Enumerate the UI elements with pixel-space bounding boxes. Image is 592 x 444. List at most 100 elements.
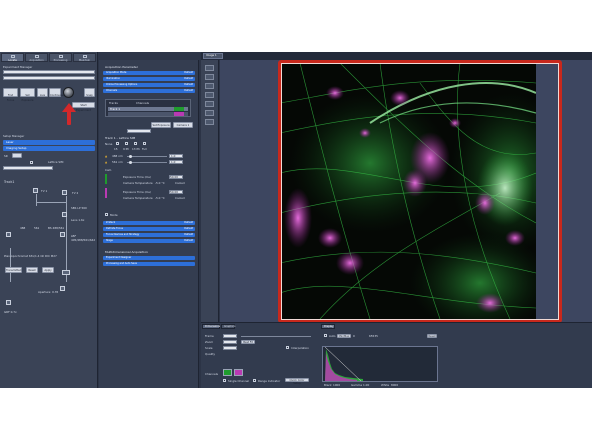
acquisition-parameter-header: Acquisition Parameter (105, 65, 138, 69)
row-channels[interactable]: Channels Default (103, 89, 195, 93)
transmitted-button[interactable]: Transmitted (5, 267, 22, 273)
row-z-stack[interactable]: Z-Stack Default (103, 221, 195, 225)
view-info-icon[interactable] (205, 119, 214, 125)
microscopy-image[interactable] (280, 63, 536, 319)
camera-button[interactable]: Camera 1 (173, 122, 193, 128)
sr-mode-toggle[interactable] (12, 153, 22, 158)
channel-thumb-green[interactable] (223, 369, 232, 376)
tab-graphics[interactable]: Graphics (221, 324, 235, 329)
tab-dimensions[interactable]: Dimensions (202, 324, 220, 329)
tab-acquisition[interactable]: Acquisition (25, 53, 48, 62)
view-gallery-icon[interactable] (205, 92, 214, 98)
lens-label: Lens 1.6x (71, 218, 85, 222)
row-illumination[interactable]: Illumination Default (103, 77, 195, 81)
lens-node[interactable] (62, 212, 67, 217)
row-definite-focus[interactable]: Definite Focus Default (103, 227, 195, 231)
tab-locate[interactable]: Locate (1, 53, 24, 62)
laser-node[interactable] (6, 232, 11, 237)
lattice-checkbox[interactable] (30, 161, 33, 164)
row-stage[interactable]: Stage Default (103, 239, 195, 243)
row-focus-devices[interactable]: Focus Devices and Strategy Default (103, 233, 195, 237)
live-button[interactable]: Live (37, 88, 48, 97)
auto-checkbox[interactable] (324, 334, 327, 337)
snap-knob-control[interactable] (63, 87, 74, 98)
min-max-button[interactable]: Min/Max (337, 334, 351, 338)
tab-processing[interactable]: Processing (49, 53, 72, 62)
frame-field[interactable] (223, 334, 237, 338)
tab-maintain[interactable]: Maintain (73, 53, 96, 62)
channels-header: Channels (136, 101, 149, 105)
track-label: Track1 (4, 180, 15, 184)
grating-radio-9ph[interactable] (125, 142, 128, 145)
apply-button[interactable]: Apply (42, 267, 54, 273)
tab-display[interactable]: Display (321, 324, 335, 329)
row-acquisition-mode[interactable]: Acquisition Mode Default (103, 71, 195, 75)
row-processing-autosave[interactable]: Processing and Auto Save (103, 262, 195, 266)
track-row[interactable] (108, 112, 188, 116)
wavelength-488: 488 (20, 226, 26, 230)
warning-icon: ▲ (105, 154, 108, 158)
view-3d-icon[interactable] (205, 74, 214, 80)
range-indicator-label: Range Indicator (258, 379, 281, 383)
track-row[interactable]: Track 1 (108, 107, 188, 111)
frame-label: Frame (205, 334, 214, 338)
emission-node[interactable] (60, 232, 65, 237)
grating-radio-full[interactable] (143, 142, 146, 145)
channel-thumb-magenta[interactable] (234, 369, 243, 376)
set-exposure-button[interactable]: Set Exposure (20, 88, 35, 102)
prism-node[interactable] (62, 270, 70, 275)
histogram[interactable] (322, 346, 438, 382)
interpolation-label: Interpolation (291, 346, 309, 350)
snap-button[interactable]: Snap (84, 88, 95, 97)
filter-label-2: TV 2 (72, 191, 79, 195)
experiment-select[interactable] (3, 70, 95, 74)
section-laser[interactable]: Laser (3, 140, 95, 145)
scale-field[interactable] (223, 346, 237, 350)
setup-field[interactable] (3, 166, 53, 170)
filter-node-1[interactable] (33, 188, 38, 193)
range-indicator-checkbox[interactable] (253, 379, 256, 382)
channel-green-swatch (174, 107, 184, 111)
continuous-button[interactable]: Continuous (49, 88, 65, 97)
fluorescence-image-svg (280, 63, 536, 319)
application-window: Locate Acquisition Processing Maintain E… (0, 52, 592, 388)
laser-488-slider[interactable] (127, 156, 167, 157)
best-fit-button[interactable]: Best Fit (241, 340, 255, 344)
aperture-node[interactable] (60, 286, 65, 291)
filter-node-2[interactable] (62, 190, 67, 195)
laser-488-label: 488 nm (112, 154, 123, 158)
camera-select[interactable] (127, 129, 151, 133)
laser-561-slider[interactable] (127, 162, 167, 163)
laser-488-slider-handle[interactable] (129, 155, 132, 158)
reset-button[interactable]: Reset (26, 267, 38, 273)
tab-image-1[interactable]: Image 1 (203, 53, 223, 59)
cooled-label-2: Cooled (175, 196, 185, 200)
row-experiment-designer[interactable]: Experiment Designer (103, 256, 195, 260)
view-2d-icon[interactable] (205, 65, 214, 71)
section-imaging-setup[interactable]: Imaging Setup (3, 146, 95, 151)
laser-561-slider-handle[interactable] (129, 161, 132, 164)
zoom-field[interactable] (223, 340, 237, 344)
quick-color-setup-button[interactable]: Quick Color Setup (285, 378, 309, 385)
view-split-icon[interactable] (205, 83, 214, 89)
set-exposure-button-mid[interactable]: Set Exposure (151, 122, 171, 128)
maintain-icon (82, 55, 87, 58)
white-value: 8000 (391, 383, 399, 387)
bs-label: BS 488/561 (48, 226, 65, 230)
mode-checkbox[interactable] (105, 213, 108, 216)
experiment-field-2[interactable] (3, 76, 95, 80)
reset-display-button[interactable]: Reset (427, 334, 437, 338)
row-online-processing[interactable]: Online Processing Options Default (103, 83, 195, 87)
grating-radio-15[interactable] (116, 142, 119, 145)
zoom-label-bottom: Zoom (205, 340, 214, 344)
interpolation-checkbox[interactable] (286, 346, 289, 349)
track-table: Tracks Channels Track 1 (105, 99, 191, 117)
scale-label: Scale (205, 346, 213, 350)
single-channel-checkbox[interactable] (223, 379, 226, 382)
find-focus-button[interactable]: Find Focus (3, 88, 18, 102)
tube-lens-node[interactable] (6, 300, 11, 305)
frame-slider[interactable] (241, 336, 311, 337)
view-ortho-icon[interactable] (205, 101, 214, 107)
grating-radio-13ph[interactable] (134, 142, 137, 145)
view-profile-icon[interactable] (205, 110, 214, 116)
